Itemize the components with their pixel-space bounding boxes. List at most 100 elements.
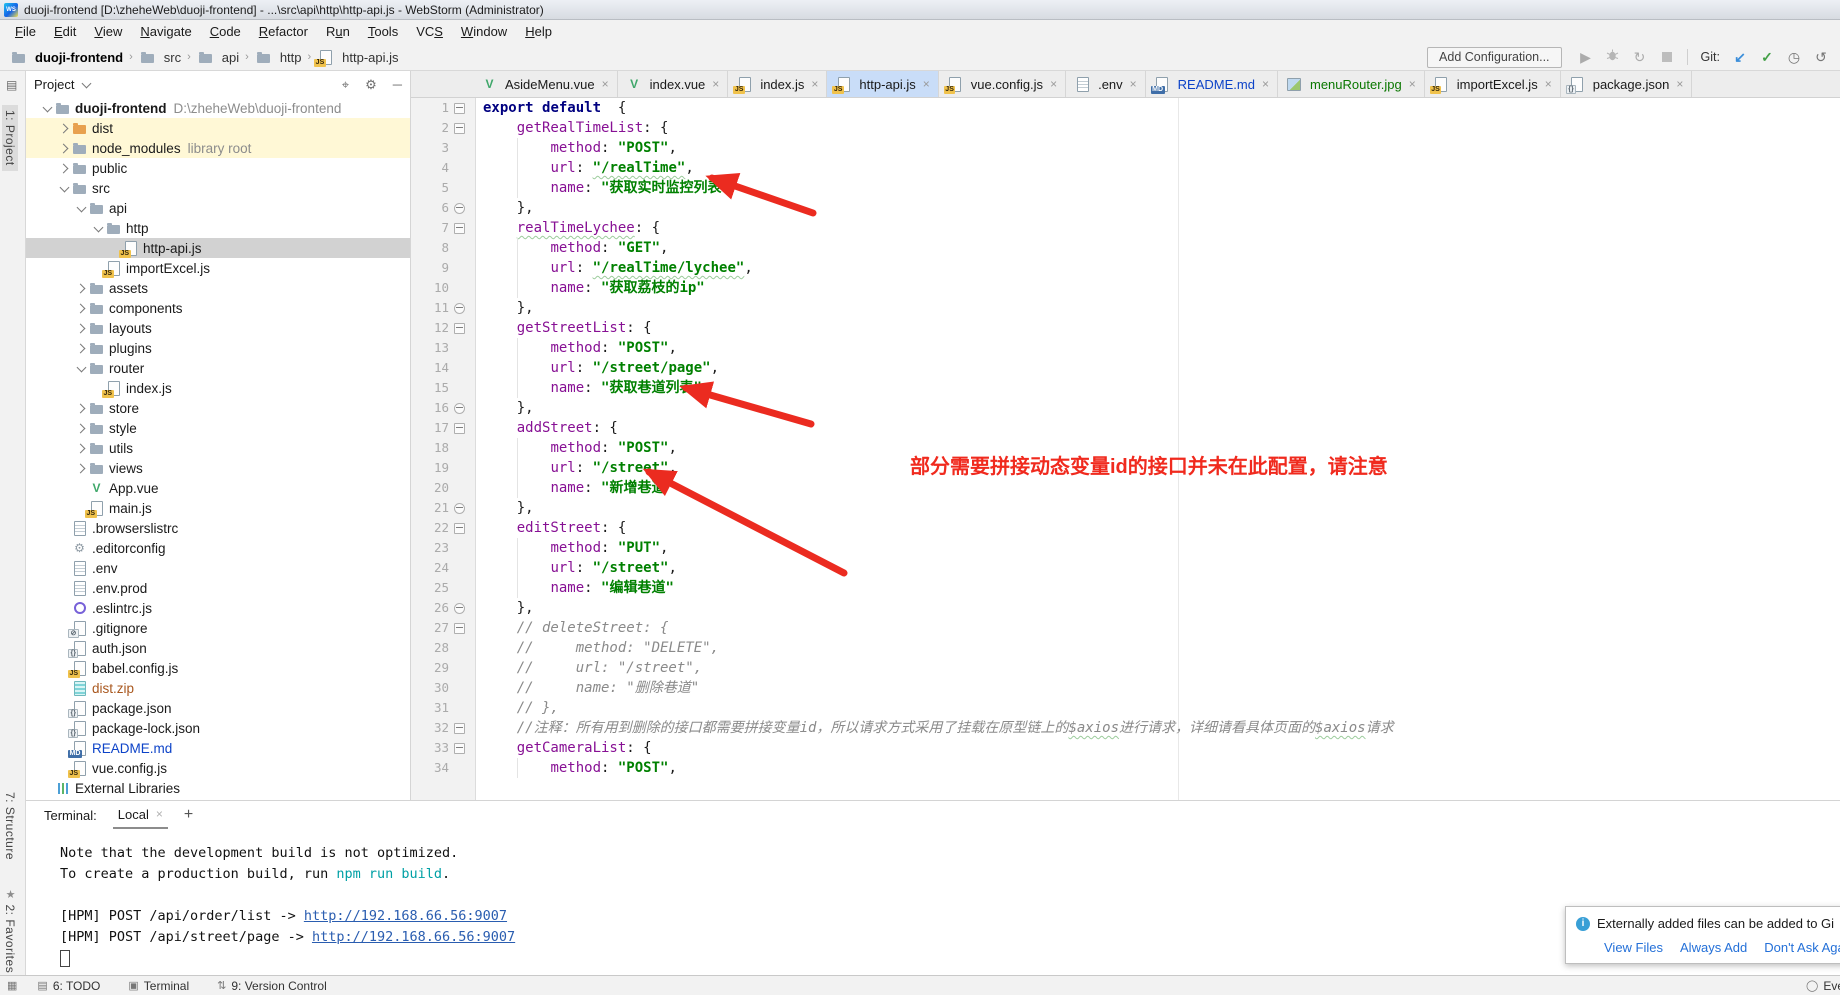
chevron-right-icon[interactable] (74, 325, 88, 332)
chevron-right-icon[interactable] (74, 305, 88, 312)
tab-index-vue[interactable]: Vindex.vue× (618, 71, 729, 97)
tree-item-components[interactable]: components (26, 298, 410, 318)
run-icon[interactable]: ▶ (1577, 48, 1595, 66)
project-tool-icon[interactable]: ▤ (6, 78, 17, 92)
gear-icon[interactable]: ⚙ (365, 77, 377, 93)
chevron-right-icon[interactable] (74, 465, 88, 472)
fold-marker-icon[interactable] (449, 618, 469, 638)
tool-stripe-project[interactable]: 1: Project (2, 105, 18, 171)
chevron-right-icon[interactable] (74, 345, 88, 352)
vcs-update-icon[interactable]: ↙ (1731, 48, 1749, 66)
tab-index-js[interactable]: JSindex.js× (728, 71, 827, 97)
tree-item-router[interactable]: router (26, 358, 410, 378)
tab-close-icon[interactable]: × (923, 77, 930, 91)
fold-marker-icon[interactable] (449, 198, 469, 218)
chevron-down-icon[interactable] (79, 82, 93, 87)
chevron-right-icon[interactable] (74, 425, 88, 432)
tab-close-icon[interactable]: × (1676, 77, 1683, 91)
menu-item-navigate[interactable]: Navigate (131, 20, 200, 44)
notification-action-always-add[interactable]: Always Add (1680, 940, 1747, 955)
status-terminal[interactable]: ▣Terminal (128, 979, 189, 993)
tree-item-views[interactable]: views (26, 458, 410, 478)
chevron-right-icon[interactable] (74, 445, 88, 452)
tree-item-public[interactable]: public (26, 158, 410, 178)
tree-item-package-lock-json[interactable]: {}package-lock.json (26, 718, 410, 738)
status-9-version-control[interactable]: ⇅9: Version Control (217, 979, 327, 993)
tab-env[interactable]: .env× (1066, 71, 1146, 97)
tree-item-browserslistrc[interactable]: .browserslistrc (26, 518, 410, 538)
tree-item-style[interactable]: style (26, 418, 410, 438)
tool-stripe-favorites[interactable]: ★2: Favorites (2, 883, 18, 978)
tab-close-icon[interactable]: × (1262, 77, 1269, 91)
tree-item-http[interactable]: http (26, 218, 410, 238)
tab-close-icon[interactable]: × (811, 77, 818, 91)
tree-item-store[interactable]: store (26, 398, 410, 418)
menu-item-help[interactable]: Help (516, 20, 561, 44)
tree-item-env[interactable]: .env (26, 558, 410, 578)
menu-item-window[interactable]: Window (452, 20, 516, 44)
hide-panel-icon[interactable]: ─ (393, 77, 402, 92)
tab-close-icon[interactable]: × (1409, 77, 1416, 91)
tree-item-main-js[interactable]: JSmain.js (26, 498, 410, 518)
breadcrumb-item-api[interactable]: api (197, 50, 239, 65)
stop-icon[interactable] (1662, 52, 1672, 62)
breadcrumb-item-src[interactable]: src (139, 50, 181, 65)
tree-item-layouts[interactable]: layouts (26, 318, 410, 338)
chevron-right-icon[interactable] (57, 125, 71, 132)
tree-item-external-libraries[interactable]: External Libraries (26, 778, 410, 798)
tree-item-utils[interactable]: utils (26, 438, 410, 458)
breadcrumb-item-http[interactable]: http (255, 50, 302, 65)
tab-menurouter-jpg[interactable]: menuRouter.jpg× (1278, 71, 1425, 97)
chevron-right-icon[interactable] (74, 285, 88, 292)
tree-item-vue-config-js[interactable]: JSvue.config.js (26, 758, 410, 778)
tree-item-plugins[interactable]: plugins (26, 338, 410, 358)
project-panel-title[interactable]: Project (34, 77, 74, 92)
tab-vue-config-js[interactable]: JSvue.config.js× (939, 71, 1066, 97)
menu-item-edit[interactable]: Edit (45, 20, 85, 44)
tab-package-json[interactable]: {}package.json× (1561, 71, 1693, 97)
tree-item-index-js[interactable]: JSindex.js (26, 378, 410, 398)
code-editor[interactable]: 1export default {2 getRealTimeList: {3 m… (411, 98, 1840, 800)
tool-window-toggle-icon[interactable]: ▦ (7, 979, 17, 992)
menu-item-refactor[interactable]: Refactor (250, 20, 317, 44)
tree-item-package-json[interactable]: {}package.json (26, 698, 410, 718)
tab-close-icon[interactable]: × (1130, 77, 1137, 91)
debug-icon[interactable] (1604, 48, 1622, 66)
menu-item-tools[interactable]: Tools (359, 20, 407, 44)
fold-marker-icon[interactable] (449, 518, 469, 538)
locate-icon[interactable]: ⌖ (342, 77, 349, 93)
tree-item-assets[interactable]: assets (26, 278, 410, 298)
tree-item-gitignore[interactable]: ⊘.gitignore (26, 618, 410, 638)
fold-marker-icon[interactable] (449, 418, 469, 438)
fold-marker-icon[interactable] (449, 398, 469, 418)
tree-item-http-api-js[interactable]: JShttp-api.js (26, 238, 410, 258)
coverage-icon[interactable]: ↻ (1631, 48, 1649, 66)
fold-marker-icon[interactable] (449, 738, 469, 758)
notification-action-don-t-ask-agai[interactable]: Don't Ask Agai (1764, 940, 1840, 955)
fold-marker-icon[interactable] (449, 118, 469, 138)
tab-close-icon[interactable]: × (1545, 77, 1552, 91)
fold-marker-icon[interactable] (449, 298, 469, 318)
notification-action-view-files[interactable]: View Files (1604, 940, 1663, 955)
tab-asidemenu-vue[interactable]: VAsideMenu.vue× (473, 71, 618, 97)
terminal-link[interactable]: http://192.168.66.56:9007 (312, 929, 515, 945)
chevron-right-icon[interactable] (57, 145, 71, 152)
close-icon[interactable]: × (156, 807, 163, 821)
tab-close-icon[interactable]: × (712, 77, 719, 91)
tree-item-duoji-frontend[interactable]: duoji-frontendD:\zheheWeb\duoji-frontend (26, 98, 410, 118)
tree-item-src[interactable]: src (26, 178, 410, 198)
terminal-cursor[interactable] (60, 950, 70, 967)
menu-item-code[interactable]: Code (201, 20, 250, 44)
tool-stripe-structure[interactable]: 7: Structure (2, 787, 18, 865)
fold-marker-icon[interactable] (449, 318, 469, 338)
tree-item-importexcel-js[interactable]: JSimportExcel.js (26, 258, 410, 278)
tree-item-auth-json[interactable]: {}auth.json (26, 638, 410, 658)
menu-item-run[interactable]: Run (317, 20, 359, 44)
chevron-right-icon[interactable] (74, 405, 88, 412)
chevron-right-icon[interactable] (57, 165, 71, 172)
menu-item-file[interactable]: File (6, 20, 45, 44)
tab-http-api-js[interactable]: JShttp-api.js× (827, 71, 938, 97)
tree-item-node-modules[interactable]: node_moduleslibrary root (26, 138, 410, 158)
tree-item-env-prod[interactable]: .env.prod (26, 578, 410, 598)
history-icon[interactable]: ◷ (1785, 48, 1803, 66)
